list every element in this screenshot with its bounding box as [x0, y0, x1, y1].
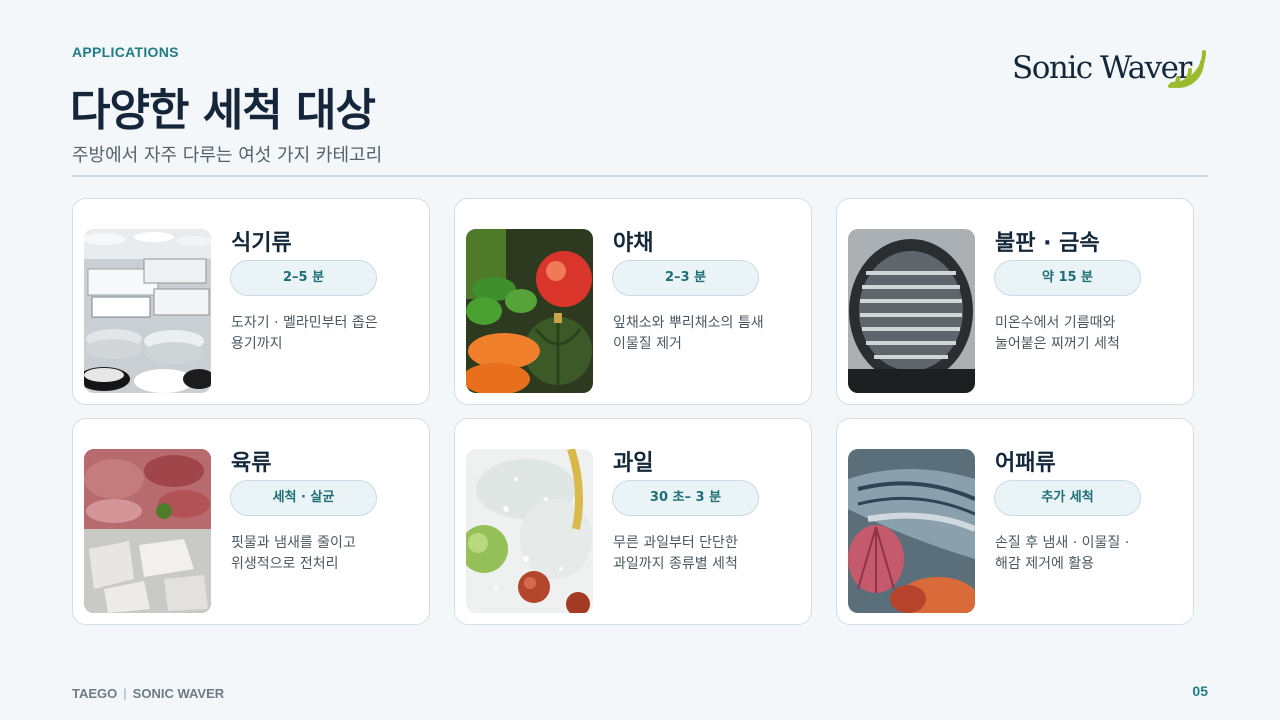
- brand-logo: Sonic Waver: [1012, 42, 1212, 92]
- category-card-meat: 육류 세척 · 살균 핏물과 냄새를 줄이고 위생적으로 전처리: [72, 418, 430, 625]
- time-badge: 약 15 분: [994, 260, 1141, 296]
- description-line: 무른 과일부터 단단한: [613, 535, 738, 551]
- description-line: 미온수에서 기름때와: [995, 315, 1116, 331]
- description-line: 이물질 제거: [613, 336, 682, 352]
- seafood-image: [848, 449, 975, 613]
- header-divider: [72, 175, 1208, 177]
- footer-separator: |: [123, 686, 127, 701]
- category-card-seafood: 어패류 추가 세척 손질 후 냄새 · 이물질 · 해감 제거에 활용: [836, 418, 1194, 625]
- footer-brand: TAEGO | SONIC WAVER: [72, 686, 224, 701]
- description-line: 손질 후 냄새 · 이물질 ·: [995, 535, 1130, 551]
- description-line: 핏물과 냄새를 줄이고: [231, 535, 356, 551]
- time-badge: 30 초– 3 분: [612, 480, 759, 516]
- card-title: 식기류: [231, 231, 292, 256]
- card-description: 무른 과일부터 단단한 과일까지 종류별 세척: [613, 533, 803, 575]
- meat-image: [84, 449, 211, 613]
- time-badge: 2–3 분: [612, 260, 759, 296]
- footer-brand-left: TAEGO: [72, 686, 118, 701]
- description-line: 해감 제거에 활용: [995, 556, 1095, 572]
- description-line: 잎채소와 뿌리채소의 틈새: [613, 315, 764, 331]
- footer-brand-right: SONIC WAVER: [132, 686, 225, 701]
- page-title: 다양한 세척 대상: [70, 85, 376, 136]
- fruit-image: [466, 449, 593, 613]
- category-card-grill-metal: 불판 · 금속 약 15 분 미온수에서 기름때와 눌어붙은 찌꺼기 세척: [836, 198, 1194, 405]
- card-title: 야채: [613, 231, 654, 256]
- card-title: 과일: [613, 451, 654, 476]
- category-card-fruit: 과일 30 초– 3 분 무른 과일부터 단단한 과일까지 종류별 세척: [454, 418, 812, 625]
- grill-pan-image: [848, 229, 975, 393]
- description-line: 용기까지: [231, 336, 283, 352]
- sound-wave-icon: [1168, 50, 1206, 88]
- vegetables-image: [466, 229, 593, 393]
- card-description: 잎채소와 뿌리채소의 틈새 이물질 제거: [613, 313, 803, 355]
- page-subtitle: 주방에서 자주 다루는 여섯 가지 카테고리: [72, 145, 383, 166]
- description-line: 위생적으로 전처리: [231, 556, 339, 572]
- time-badge: 추가 세척: [994, 480, 1141, 516]
- description-line: 도자기 · 멜라민부터 좁은: [231, 315, 378, 331]
- card-description: 손질 후 냄새 · 이물질 · 해감 제거에 활용: [995, 533, 1185, 575]
- section-eyebrow: APPLICATIONS: [72, 44, 179, 60]
- description-line: 눌어붙은 찌꺼기 세척: [995, 336, 1120, 352]
- time-badge: 2–5 분: [230, 260, 377, 296]
- card-title: 어패류: [995, 451, 1056, 476]
- dishes-image: [84, 229, 211, 393]
- card-description: 핏물과 냄새를 줄이고 위생적으로 전처리: [231, 533, 421, 575]
- category-card-vegetables: 야채 2–3 분 잎채소와 뿌리채소의 틈새 이물질 제거: [454, 198, 812, 405]
- description-line: 과일까지 종류별 세척: [613, 556, 738, 572]
- card-title: 육류: [231, 451, 272, 476]
- card-description: 도자기 · 멜라민부터 좁은 용기까지: [231, 313, 421, 355]
- page-number: 05: [1192, 683, 1208, 699]
- card-title: 불판 · 금속: [995, 231, 1100, 256]
- card-description: 미온수에서 기름때와 눌어붙은 찌꺼기 세척: [995, 313, 1185, 355]
- category-card-dishes: 식기류 2–5 분 도자기 · 멜라민부터 좁은 용기까지: [72, 198, 430, 405]
- time-badge: 세척 · 살균: [230, 480, 377, 516]
